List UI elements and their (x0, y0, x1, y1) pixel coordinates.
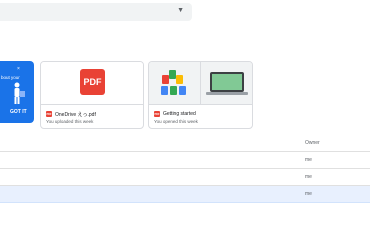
arrow-drop-down-icon[interactable]: ▼ (177, 7, 184, 14)
owner-cell: me (305, 174, 312, 180)
laptop-illustration-icon (206, 72, 248, 95)
file-name: Getting started (163, 111, 196, 117)
owner-column-header[interactable]: Owner (305, 140, 320, 146)
pdf-icon: PDF (46, 111, 52, 117)
file-name: OneDrive えっ.pdf (55, 112, 96, 118)
file-activity: You opened this week (154, 119, 198, 124)
table-row[interactable]: me (0, 186, 370, 203)
suggested-file-card[interactable]: PDF Getting started You opened this week (148, 61, 253, 129)
person-illustration-icon (14, 82, 25, 104)
drive-apps-illustration-icon (161, 70, 186, 95)
file-list-header: Owner (0, 136, 370, 152)
pdf-icon: PDF (80, 69, 105, 95)
close-icon[interactable]: × (17, 66, 20, 72)
got-it-button[interactable]: GOT IT (10, 109, 27, 115)
file-activity: You uploaded this week (46, 119, 94, 124)
table-row[interactable]: me (0, 152, 370, 169)
search-bar[interactable]: ▼ (0, 3, 192, 21)
file-thumbnail (149, 62, 252, 105)
pdf-icon: PDF (154, 111, 160, 117)
suggested-file-card[interactable]: PDF PDF OneDrive えっ.pdf You uploaded thi… (40, 61, 144, 129)
owner-cell: me (305, 157, 312, 163)
promo-card: × bout your GOT IT (0, 61, 34, 123)
file-thumbnail: PDF (41, 62, 143, 105)
table-row[interactable]: me (0, 169, 370, 186)
promo-text: bout your (1, 75, 20, 80)
owner-cell: me (305, 191, 312, 197)
